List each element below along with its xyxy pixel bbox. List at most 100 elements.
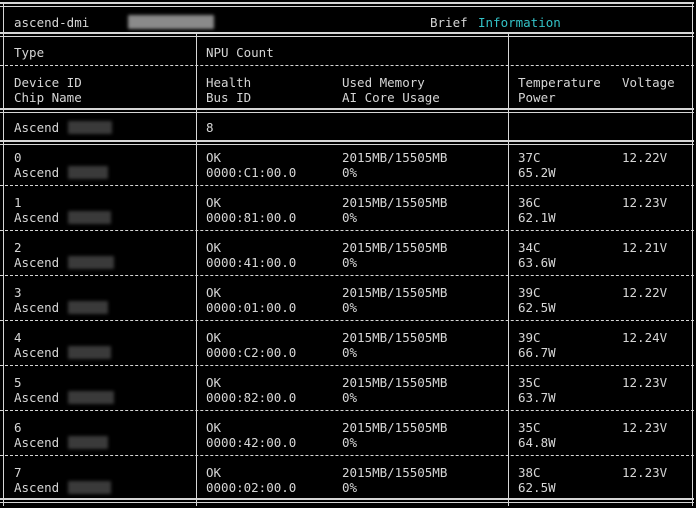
row-separator (0, 410, 694, 411)
device-used-memory: 2015MB/15505MB (342, 195, 448, 210)
row-separator (0, 498, 694, 503)
device-temperature: 35C (518, 375, 541, 390)
device-temperature: 39C (518, 330, 541, 345)
row-separator (0, 365, 694, 366)
device-temperature: 37C (518, 150, 541, 165)
device-chip-name: Ascend (14, 300, 60, 315)
border-col-3 (508, 34, 509, 506)
health-header: Health (206, 75, 252, 90)
device-power: 63.7W (518, 390, 556, 405)
device-health: OK (206, 240, 222, 255)
device-id: 3 (14, 285, 22, 300)
information-label: Information (478, 15, 561, 30)
device-bus-id: 0000:42:00.0 (206, 435, 297, 450)
device-bus-id: 0000:81:00.0 (206, 210, 297, 225)
device-id-header: Device ID (14, 75, 82, 90)
row-separator (0, 230, 694, 231)
device-ai-core-usage: 0% (342, 480, 358, 495)
redacted-hostname (128, 15, 214, 29)
device-power: 66.7W (518, 345, 556, 360)
device-ai-core-usage: 0% (342, 435, 358, 450)
separator-summary (0, 140, 694, 145)
device-voltage: 12.21V (622, 240, 668, 255)
device-used-memory: 2015MB/15505MB (342, 465, 448, 480)
used-memory-header: Used Memory (342, 75, 425, 90)
device-used-memory: 2015MB/15505MB (342, 150, 448, 165)
row-separator (0, 455, 694, 456)
device-chip-name: Ascend (14, 165, 60, 180)
device-power: 62.5W (518, 300, 556, 315)
device-health: OK (206, 375, 222, 390)
redacted-chip-model (68, 481, 111, 494)
redacted-chip-model (68, 121, 112, 134)
temperature-header: Temperature (518, 75, 601, 90)
device-id: 6 (14, 420, 22, 435)
device-health: OK (206, 465, 222, 480)
border-right (692, 2, 693, 506)
device-temperature: 34C (518, 240, 541, 255)
device-power: 62.1W (518, 210, 556, 225)
border-left (3, 2, 4, 506)
device-ai-core-usage: 0% (342, 210, 358, 225)
type-header: Type (14, 45, 45, 60)
device-health: OK (206, 420, 222, 435)
device-bus-id: 0000:C1:00.0 (206, 165, 297, 180)
redacted-chip-model (68, 346, 111, 359)
device-bus-id: 0000:01:00.0 (206, 300, 297, 315)
device-voltage: 12.24V (622, 330, 668, 345)
device-power: 63.6W (518, 255, 556, 270)
voltage-header: Voltage (622, 75, 675, 90)
npu-count-header: NPU Count (206, 45, 274, 60)
device-voltage: 12.23V (622, 375, 668, 390)
device-power: 65.2W (518, 165, 556, 180)
redacted-chip-model (68, 391, 114, 404)
brief-label: Brief (430, 15, 468, 30)
device-ai-core-usage: 0% (342, 165, 358, 180)
device-bus-id: 0000:41:00.0 (206, 255, 297, 270)
device-chip-name: Ascend (14, 255, 60, 270)
device-bus-id: 0000:C2:00.0 (206, 345, 297, 360)
device-temperature: 38C (518, 465, 541, 480)
device-chip-name: Ascend (14, 345, 60, 360)
device-used-memory: 2015MB/15505MB (342, 330, 448, 345)
device-chip-name: Ascend (14, 390, 60, 405)
separator-column-header (0, 108, 694, 113)
device-chip-name: Ascend (14, 480, 60, 495)
device-power: 64.8W (518, 435, 556, 450)
device-voltage: 12.23V (622, 195, 668, 210)
device-health: OK (206, 150, 222, 165)
device-voltage: 12.22V (622, 285, 668, 300)
separator-title (0, 32, 694, 37)
redacted-chip-model (68, 301, 108, 314)
separator-top (0, 2, 694, 7)
device-health: OK (206, 285, 222, 300)
redacted-chip-model (68, 256, 114, 269)
device-bus-id: 0000:02:00.0 (206, 480, 297, 495)
device-power: 62.5W (518, 480, 556, 495)
redacted-chip-model (68, 436, 108, 449)
device-bus-id: 0000:82:00.0 (206, 390, 297, 405)
power-header: Power (518, 90, 556, 105)
device-used-memory: 2015MB/15505MB (342, 375, 448, 390)
bus-id-header: Bus ID (206, 90, 252, 105)
device-id: 0 (14, 150, 22, 165)
device-ai-core-usage: 0% (342, 390, 358, 405)
device-id: 1 (14, 195, 22, 210)
device-health: OK (206, 330, 222, 345)
device-temperature: 36C (518, 195, 541, 210)
device-id: 2 (14, 240, 22, 255)
separator-summary-header (0, 65, 694, 66)
row-separator (0, 275, 694, 276)
device-chip-name: Ascend (14, 210, 60, 225)
device-used-memory: 2015MB/15505MB (342, 420, 448, 435)
device-id: 5 (14, 375, 22, 390)
device-chip-name: Ascend (14, 435, 60, 450)
device-used-memory: 2015MB/15505MB (342, 285, 448, 300)
border-col-2 (196, 34, 197, 506)
device-temperature: 35C (518, 420, 541, 435)
device-voltage: 12.23V (622, 465, 668, 480)
device-voltage: 12.22V (622, 150, 668, 165)
app-title: ascend-dmi (14, 15, 90, 30)
device-health: OK (206, 195, 222, 210)
row-separator (0, 185, 694, 186)
